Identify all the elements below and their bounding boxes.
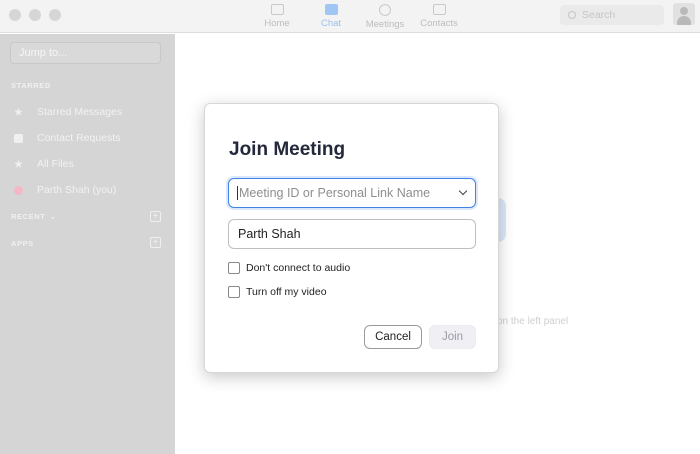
sidebar-item-all-files[interactable]: All Files bbox=[0, 154, 175, 174]
tab-chat[interactable]: Chat bbox=[304, 2, 358, 32]
section-title-apps: APPS bbox=[11, 239, 34, 248]
sidebar: Jump to... STARRED Starred Messages Cont… bbox=[0, 34, 175, 454]
avatar-icon bbox=[14, 185, 23, 195]
chevron-down-icon[interactable] bbox=[458, 186, 468, 196]
close-window-icon[interactable] bbox=[9, 9, 21, 21]
dialog-title: Join Meeting bbox=[229, 139, 346, 160]
section-title-recent-label: RECENT bbox=[11, 212, 46, 221]
window-controls bbox=[9, 9, 61, 21]
meeting-id-input[interactable]: Meeting ID or Personal Link Name bbox=[228, 178, 476, 208]
sidebar-item-label: Starred Messages bbox=[37, 106, 123, 118]
top-toolbar: Home Chat Meetings Contacts Search bbox=[0, 0, 700, 33]
sidebar-item-contact-requests[interactable]: Contact Requests bbox=[0, 128, 175, 148]
file-icon bbox=[14, 159, 23, 168]
main-nav: Home Chat Meetings Contacts bbox=[250, 2, 466, 32]
sidebar-item-starred-messages[interactable]: Starred Messages bbox=[0, 102, 175, 122]
sidebar-item-label: All Files bbox=[37, 158, 74, 170]
clock-icon bbox=[379, 4, 391, 16]
join-meeting-dialog: Join Meeting Meeting ID or Personal Link… bbox=[204, 103, 499, 373]
checkbox-box[interactable] bbox=[228, 262, 240, 274]
add-recent-button[interactable]: + bbox=[150, 211, 161, 222]
tab-chat-label: Chat bbox=[320, 18, 342, 29]
sidebar-item-label: Parth Shah (you) bbox=[37, 184, 117, 196]
section-title-recent[interactable]: RECENT ⌄ bbox=[11, 212, 57, 221]
avatar[interactable] bbox=[673, 3, 695, 25]
background-button-edge bbox=[498, 198, 506, 242]
add-app-button[interactable]: + bbox=[150, 237, 161, 248]
tab-contacts[interactable]: Contacts bbox=[412, 2, 466, 32]
zoom-window-icon[interactable] bbox=[49, 9, 61, 21]
tab-meetings-label: Meetings bbox=[365, 19, 405, 30]
tab-home-label: Home bbox=[264, 18, 290, 29]
checkbox-label: Turn off my video bbox=[246, 286, 327, 298]
dont-connect-audio-checkbox[interactable]: Don't connect to audio bbox=[228, 262, 350, 274]
star-icon bbox=[14, 107, 23, 116]
tab-contacts-label: Contacts bbox=[420, 18, 458, 29]
meeting-id-placeholder: Meeting ID or Personal Link Name bbox=[239, 186, 431, 200]
section-title-starred: STARRED bbox=[11, 81, 51, 90]
cancel-button[interactable]: Cancel bbox=[364, 325, 422, 349]
join-button[interactable]: Join bbox=[429, 325, 476, 349]
name-input[interactable]: Parth Shah bbox=[228, 219, 476, 249]
sidebar-item-self[interactable]: Parth Shah (you) bbox=[0, 180, 175, 200]
turn-off-video-checkbox[interactable]: Turn off my video bbox=[228, 286, 327, 298]
chevron-down-icon: ⌄ bbox=[49, 212, 57, 221]
chat-icon bbox=[324, 4, 338, 15]
contacts-icon bbox=[432, 4, 446, 15]
tab-meetings[interactable]: Meetings bbox=[358, 2, 412, 32]
home-icon bbox=[270, 4, 284, 15]
sidebar-item-label: Contact Requests bbox=[37, 132, 121, 144]
checkbox-label: Don't connect to audio bbox=[246, 262, 351, 274]
jump-to-input[interactable]: Jump to... bbox=[10, 42, 161, 64]
minimize-window-icon[interactable] bbox=[29, 9, 41, 21]
search-placeholder: Search bbox=[582, 9, 616, 21]
tab-home[interactable]: Home bbox=[250, 2, 304, 32]
contact-card-icon bbox=[14, 133, 23, 143]
text-caret bbox=[237, 186, 238, 200]
checkbox-box[interactable] bbox=[228, 286, 240, 298]
search-icon bbox=[568, 11, 576, 19]
search-input[interactable]: Search bbox=[560, 5, 664, 25]
main-hint-text: on the left panel bbox=[497, 316, 569, 327]
